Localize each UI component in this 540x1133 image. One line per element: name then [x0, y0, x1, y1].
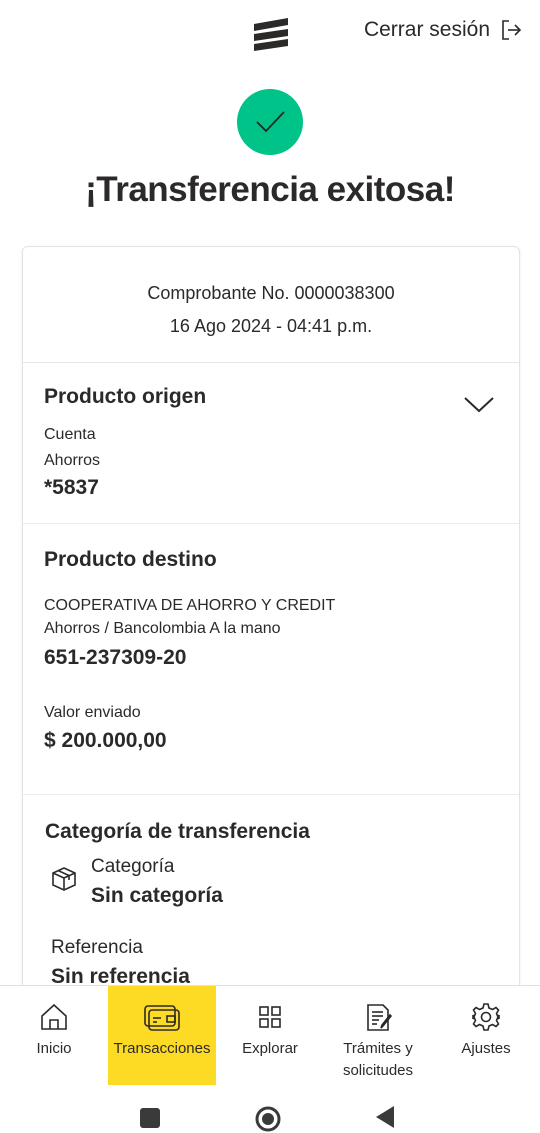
nav-label-tramites: Trámites y solicitudes: [342, 1040, 414, 1079]
nav-label-ajustes: Ajustes: [461, 1040, 511, 1057]
transfer-receipt-card: Comprobante No. 0000038300 16 Ago 2024 -…: [22, 246, 520, 1008]
destination-title: Producto destino: [44, 548, 217, 571]
card-transfer-icon: [144, 1005, 180, 1031]
receipt-number: Comprobante No. 0000038300: [147, 283, 395, 303]
nav-ajustes[interactable]: Ajustes: [432, 986, 540, 1086]
receipt-datetime: 16 Ago 2024 - 04:41 p.m.: [169, 316, 373, 336]
nav-tramites[interactable]: Trámites y solicitudes: [324, 986, 432, 1086]
destination-entity: COOPERATIVA DE AHORRO Y CREDIT: [44, 597, 336, 614]
receipt-header: Comprobante No. 0000038300 16 Ago 2024 -…: [23, 247, 519, 363]
bancolombia-logo-icon: [252, 18, 290, 54]
bottom-navigation: Inicio Transacciones Explorar Trámites y…: [0, 985, 540, 1086]
logout-button[interactable]: Cerrar sesión: [364, 18, 522, 42]
nav-label-explorar: Explorar: [242, 1040, 298, 1057]
box-icon: [52, 867, 76, 891]
destination-account: 651-237309-20: [44, 646, 187, 669]
recents-square-icon[interactable]: [140, 1108, 160, 1128]
chevron-down-icon[interactable]: [463, 395, 495, 415]
destination-product: Ahorros / Bancolombia A la mano: [44, 620, 281, 637]
logout-label: Cerrar sesión: [363, 18, 490, 41]
nav-explorar[interactable]: Explorar: [216, 986, 324, 1086]
check-circle-icon: [237, 89, 303, 155]
nav-transacciones[interactable]: Transacciones: [108, 986, 216, 1086]
home-icon: [41, 1003, 67, 1030]
category-section: Categoría de transferencia Categoría Sin…: [23, 795, 519, 989]
origin-type-line1: Cuenta: [44, 426, 96, 443]
back-triangle-icon[interactable]: [374, 1106, 396, 1128]
nav-label-inicio: Inicio: [36, 1040, 72, 1057]
page-title: ¡Transferencia exitosa!: [85, 170, 455, 209]
category-title: Categoría de transferencia: [45, 820, 310, 843]
home-circle-icon[interactable]: [254, 1105, 282, 1133]
category-value: Sin categoría: [91, 884, 223, 907]
reference-label: Referencia: [51, 937, 143, 958]
logout-arrow-icon: [500, 19, 522, 41]
category-row: Categoría Sin categoría: [45, 856, 519, 920]
amount-value: $ 200.000,00: [44, 729, 167, 752]
grid-icon: [259, 1006, 281, 1028]
origin-account: *5837: [44, 476, 99, 499]
amount-label: Valor enviado: [44, 704, 141, 721]
origin-title: Producto origen: [44, 385, 207, 408]
destination-product-section: Producto destino COOPERATIVA DE AHORRO Y…: [23, 524, 519, 795]
gear-icon: [472, 1003, 500, 1031]
nav-inicio[interactable]: Inicio: [0, 986, 108, 1086]
top-bar: Cerrar sesión: [0, 0, 540, 70]
origin-product-section[interactable]: Producto origen Cuenta Ahorros *5837: [23, 363, 519, 524]
document-edit-icon: [367, 1004, 393, 1031]
origin-type-line2: Ahorros: [44, 452, 101, 469]
system-navigation-bar: [0, 1085, 540, 1132]
nav-label-transacciones: Transacciones: [113, 1040, 211, 1057]
category-label: Categoría: [91, 856, 175, 877]
